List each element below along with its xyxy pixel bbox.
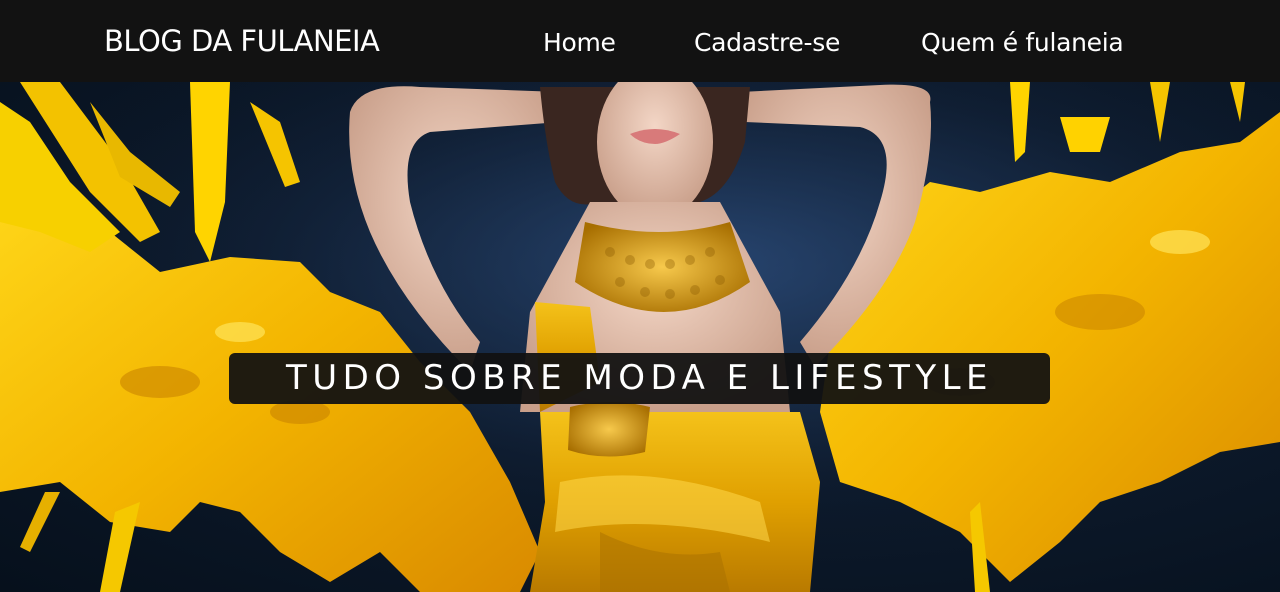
hero-image <box>0 82 1280 592</box>
hero-banner: TUDO SOBRE MODA E LIFESTYLE <box>0 82 1280 592</box>
top-navbar: BLOG DA FULANEIA Home Cadastre-se Quem é… <box>0 0 1280 82</box>
page: BLOG DA FULANEIA Home Cadastre-se Quem é… <box>0 0 1280 592</box>
nav-link-quem-e-fulaneia[interactable]: Quem é fulaneia <box>921 28 1124 57</box>
nav-link-home[interactable]: Home <box>543 28 616 57</box>
main-nav: Home Cadastre-se Quem é fulaneia <box>0 28 1280 60</box>
hero-tagline: TUDO SOBRE MODA E LIFESTYLE <box>229 353 1050 404</box>
nav-link-cadastre-se[interactable]: Cadastre-se <box>694 28 840 57</box>
